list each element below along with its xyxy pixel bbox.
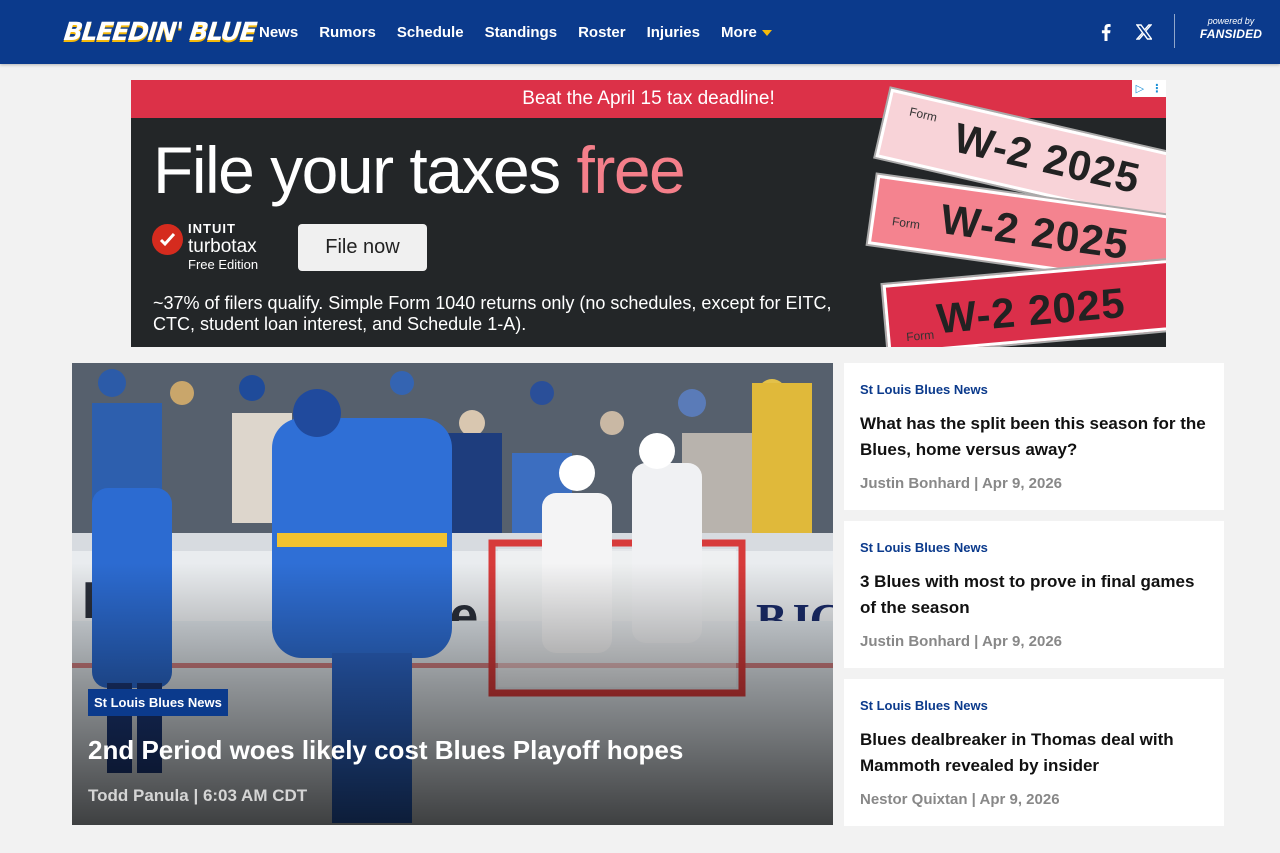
brand-edition: Free Edition [188,257,259,272]
nav-rumors[interactable]: Rumors [319,24,376,41]
caret-down-icon [761,29,772,36]
form-label: Form [905,327,935,345]
w2-forms-illustration: Form W-2 2025 Form W-2 2025 Form W-2 202… [851,88,1166,347]
article-card[interactable]: St Louis Blues News What has the split b… [844,363,1224,510]
ad-banner: Beat the April 15 tax deadline! [131,80,1166,118]
ad-headline-accent: free [576,133,686,207]
site-logo[interactable]: BLEEDIN' BLUE [62,14,258,48]
article-card[interactable]: St Louis Blues News 3 Blues with most to… [844,521,1224,668]
logo-text: BLEEDIN' BLUE [62,16,258,46]
checkmark-icon [152,224,183,255]
fansided-logo: FANSIDED [1199,27,1263,41]
form-label: Form [891,214,921,233]
card-byline: Justin Bonhard | Apr 9, 2026 [860,633,1063,650]
card-category[interactable]: St Louis Blues News [860,698,988,713]
hero-category-badge[interactable]: St Louis Blues News [88,689,228,716]
brand-turbotax: turbotax [188,236,257,257]
ad-headline: File your taxes free [153,132,686,208]
card-byline: Nestor Quixtan | Apr 9, 2026 [860,791,1060,808]
powered-by-label: powered by [1207,16,1255,26]
brand-intuit: INTUIT [188,221,236,236]
site-header: BLEEDIN' BLUE News Rumors Schedule Stand… [0,0,1280,64]
card-title[interactable]: Blues dealbreaker in Thomas deal with Ma… [860,727,1212,779]
main-nav: News Rumors Schedule Standings Roster In… [259,0,793,64]
form-title: W-2 2025 [937,195,1132,269]
nav-news[interactable]: News [259,24,298,41]
nav-more-label: More [720,23,757,41]
ad-choices-icon[interactable]: ▷ ⋮ [1132,80,1166,97]
nav-roster[interactable]: Roster [578,24,626,41]
card-category[interactable]: St Louis Blues News [860,382,988,397]
turbotax-logo: INTUIT turbotax Free Edition [188,222,258,273]
header-divider [1174,14,1175,48]
fansided-badge[interactable]: powered by FANSIDED [1196,16,1266,41]
card-category[interactable]: St Louis Blues News [860,540,988,555]
card-title[interactable]: What has the split been this season for … [860,411,1212,463]
hero-title[interactable]: 2nd Period woes likely cost Blues Playof… [88,734,818,766]
article-card[interactable]: St Louis Blues News Blues dealbreaker in… [844,679,1224,826]
nav-schedule[interactable]: Schedule [397,24,464,41]
featured-article[interactable]: DC te BJC St Louis Blues News 2nd Period… [72,363,833,825]
card-title[interactable]: 3 Blues with most to prove in final game… [860,569,1212,621]
card-byline: Justin Bonhard | Apr 9, 2026 [860,475,1063,492]
file-now-button[interactable]: File now [298,224,427,271]
nav-standings[interactable]: Standings [485,24,558,41]
ad-fine-print: ~37% of filers qualify. Simple Form 1040… [153,293,832,334]
facebook-icon[interactable] [1094,20,1118,44]
form-label: Form [908,104,939,125]
ad-headline-main: File your taxes [153,133,577,207]
w2-form: Form W-2 2025 [882,255,1166,347]
form-title: W-2 2025 [934,278,1128,343]
x-icon[interactable] [1132,20,1156,44]
nav-injuries[interactable]: Injuries [647,24,700,41]
hero-byline: Todd Panula | 6:03 AM CDT [88,786,308,805]
nav-more[interactable]: More [721,24,772,41]
advertisement[interactable]: Beat the April 15 tax deadline! ▷ ⋮ File … [131,80,1166,347]
